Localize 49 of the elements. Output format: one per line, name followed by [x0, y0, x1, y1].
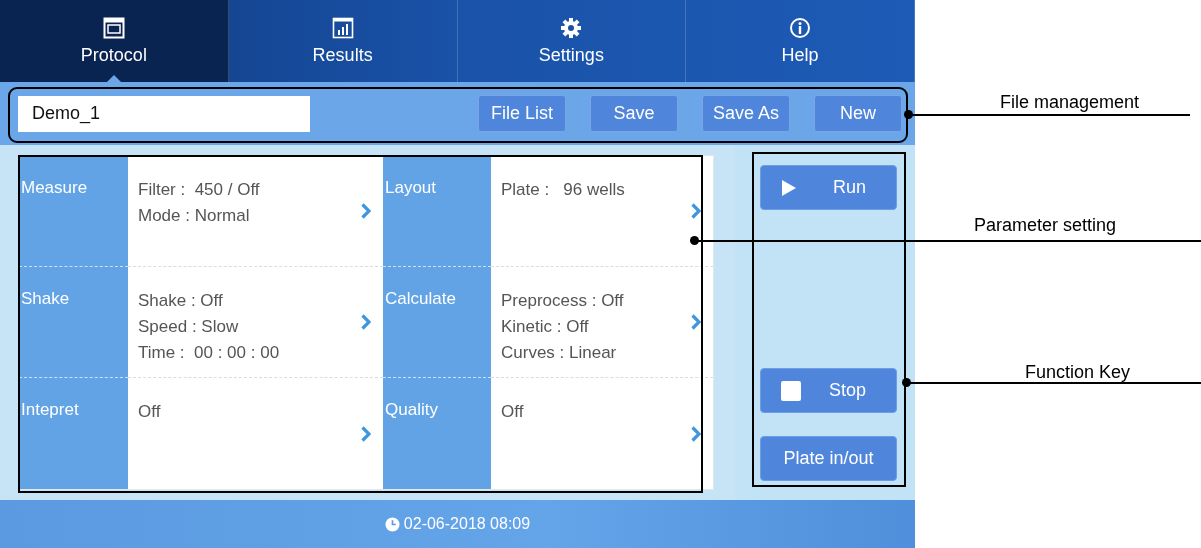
- function-key[interactable]: Run: [760, 165, 897, 210]
- leader-dot: [903, 109, 913, 119]
- file-button[interactable]: New: [814, 95, 902, 132]
- parameter-value: Mode : Normal: [138, 206, 251, 226]
- parameter-value: Curves : Linear: [501, 343, 618, 363]
- parameter-value: Kinetic : Off: [501, 317, 590, 337]
- parameter-label: Calculate: [383, 267, 491, 378]
- leader-dot: [901, 377, 911, 387]
- parameter-label: Measure: [19, 156, 128, 267]
- callout-label: File management: [1000, 92, 1140, 113]
- parameter-label: Intepret: [19, 378, 128, 489]
- chevron-right-icon: [691, 203, 701, 219]
- file-button[interactable]: Save As: [702, 95, 790, 132]
- window-icon: [102, 16, 125, 39]
- chevron-right-icon: [361, 203, 371, 219]
- parameter-panel[interactable]: Off: [128, 378, 383, 489]
- clock-icon: [384, 516, 400, 532]
- parameter-panel[interactable]: Preprocess : Off Kinetic : Off Curves : Linear: [491, 267, 713, 378]
- leader-dot: [689, 235, 699, 245]
- parameter-label: Quality: [383, 378, 491, 489]
- callout-label: Parameter setting: [974, 215, 1117, 236]
- parameter-value: Filter : 450 / Off: [138, 180, 261, 200]
- date-time: 02-06-2018 08:09: [403, 515, 531, 533]
- parameter-value: Time : 00 : 00 : 00: [138, 343, 281, 363]
- square-icon: [781, 380, 801, 401]
- file-button[interactable]: File List: [478, 95, 566, 132]
- parameter-panel[interactable]: Off: [491, 378, 713, 489]
- chevron-right-icon: [691, 425, 701, 442]
- parameter-value: Speed : Slow: [138, 317, 240, 337]
- callout-label: Function Key: [1025, 362, 1131, 383]
- chevron-right-icon: [361, 425, 371, 442]
- parameter-value: Preprocess : Off: [501, 291, 625, 311]
- chevron-right-icon: [691, 314, 701, 330]
- function-key[interactable]: Plate in/out: [760, 436, 897, 481]
- parameter-value: Off: [138, 402, 162, 422]
- parameter-value: Plate : 96 wells: [501, 180, 626, 200]
- info-icon: [789, 16, 812, 39]
- chevron-right-icon: [361, 314, 371, 330]
- nav-tab[interactable]: Protocol: [0, 0, 229, 82]
- parameter-label: Shake: [19, 267, 128, 378]
- bar-chart-icon: [331, 16, 354, 39]
- parameter-value: Off: [501, 402, 525, 422]
- function-key[interactable]: Stop: [760, 368, 897, 413]
- file-button[interactable]: Save: [590, 95, 678, 132]
- file-name-field[interactable]: Demo_1: [18, 95, 310, 132]
- play-icon: [781, 178, 797, 197]
- parameter-value: Shake : Off: [138, 291, 224, 311]
- settings-icon: [560, 16, 583, 39]
- parameter-label: Layout: [383, 156, 491, 267]
